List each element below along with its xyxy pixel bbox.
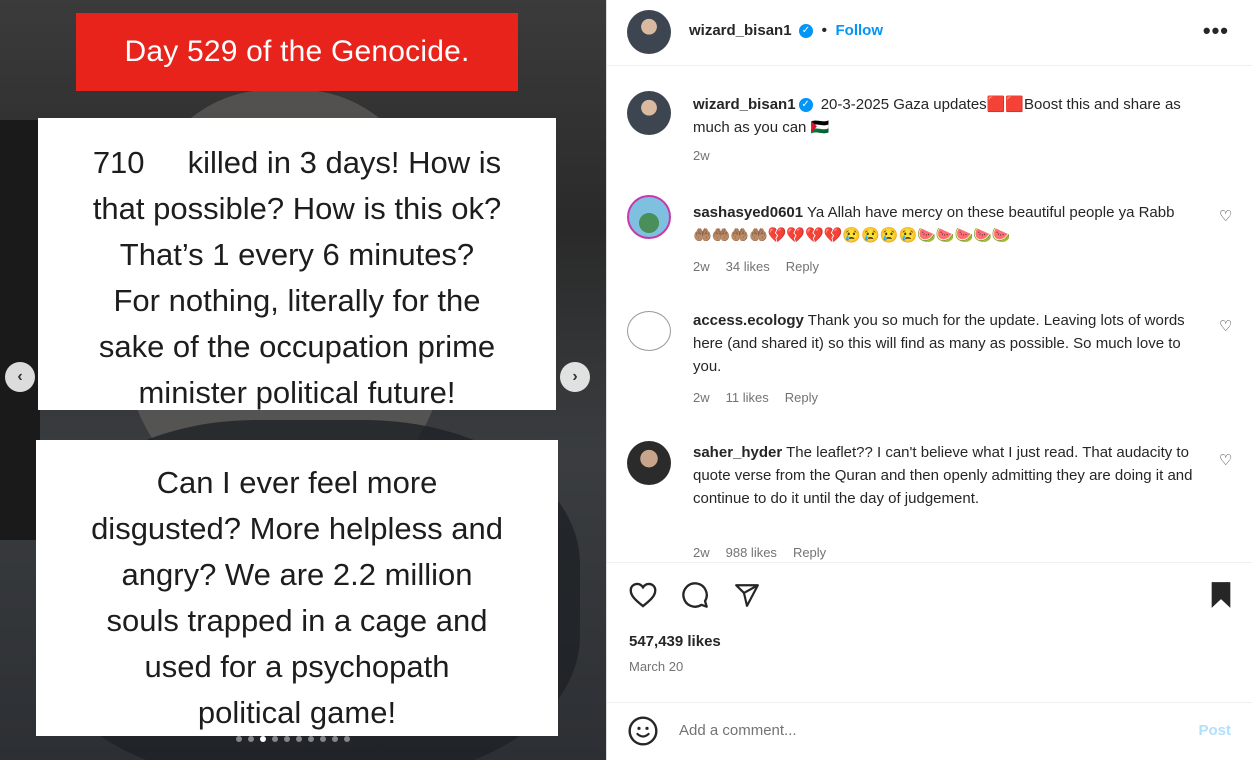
chevron-right-icon: › [572,368,578,385]
media-background [0,120,40,540]
comment-icon [682,582,708,608]
comment-meta: 2w 34 likes Reply [693,259,819,274]
caption-text: wizard_bisan1 ✓ 20-3-2025 Gaza updates🟥🟥B… [693,93,1193,139]
media-banner: Day 529 of the Genocide. [76,13,518,91]
comment-username[interactable]: access.ecology [693,312,804,329]
send-icon [735,584,759,607]
card-line: For nothing, literally for the [113,283,481,318]
comment-likes[interactable]: 988 likes [726,545,777,560]
card-line: souls trapped in a cage and [106,603,488,638]
caption-meta: 2w [693,148,710,163]
card-line: sake of the occupation prime [98,329,496,364]
carousel-dot [284,736,290,742]
carousel-indicator [236,736,350,742]
carousel-dot [236,736,242,742]
avatar[interactable] [627,195,671,239]
reply-button[interactable]: Reply [786,259,819,274]
heart-icon[interactable]: ♡ [1219,317,1232,335]
comment-likes[interactable]: 11 likes [726,390,769,405]
card-line: That’s 1 every 6 minutes? [119,237,475,272]
card-line: disgusted? More helpless and [91,511,503,546]
media-text-card-2: Can I ever feel more disgusted? More hel… [36,440,558,736]
comments-list[interactable]: wizard_bisan1 ✓ 20-3-2025 Gaza updates🟥🟥B… [607,67,1252,561]
comment-text: saher_hyder The leaflet?? I can't believ… [693,441,1193,510]
next-slide-button[interactable]: › [560,362,590,392]
header-username[interactable]: wizard_bisan1 [689,22,792,39]
emoji-icon [628,716,658,746]
post-side-panel: wizard_bisan1 ✓ • Follow ••• wizard_bisa… [606,0,1252,760]
comment-username[interactable]: saher_hyder [693,444,782,461]
media-text-card-1: 710 killed in 3 days! How is that possib… [38,118,556,410]
avatar[interactable] [627,441,671,485]
post-media: Day 529 of the Genocide. 710 killed in 3… [0,0,606,760]
heart-icon [629,582,657,608]
card-line: angry? We are 2.2 million [121,557,473,592]
comment-likes[interactable]: 34 likes [726,259,770,274]
add-comment-bar: Add a comment... Post [607,702,1252,760]
save-button[interactable] [1205,579,1237,611]
avatar[interactable] [627,91,671,135]
carousel-dot [320,736,326,742]
likes-count[interactable]: 547,439 likes [629,633,721,650]
more-horizontal-icon[interactable]: ••• [1203,18,1229,44]
card-line: 710 killed in 3 days! How is [92,145,502,180]
previous-slide-button[interactable]: ‹ [5,362,35,392]
post-date: March 20 [629,659,684,674]
avatar[interactable] [627,10,671,54]
comment-time: 2w [693,545,710,560]
card-line: political game! [197,695,397,730]
share-button[interactable] [731,579,763,611]
comment-meta: 2w 11 likes Reply [693,390,818,405]
heart-icon[interactable]: ♡ [1219,207,1232,225]
emoji-button[interactable] [627,715,659,747]
comment-text: access.ecology Thank you so much for the… [693,309,1193,378]
card-line: used for a psychopath [144,649,450,684]
carousel-dot [296,736,302,742]
caption-username[interactable]: wizard_bisan1 [693,96,796,113]
carousel-dot [260,736,266,742]
card-line: Can I ever feel more [156,465,438,500]
carousel-dot [332,736,338,742]
post-actions: 547,439 likes March 20 [607,562,1252,702]
reply-button[interactable]: Reply [785,390,818,405]
card-line: minister political future! [138,375,456,410]
carousel-dot [272,736,278,742]
carousel-dot [308,736,314,742]
post-header: wizard_bisan1 ✓ • Follow ••• [607,0,1252,66]
follow-button[interactable]: Follow [836,22,884,39]
comment-input[interactable]: Add a comment... [679,722,797,739]
heart-icon[interactable]: ♡ [1219,451,1232,469]
carousel-dot [344,736,350,742]
separator: • [821,22,828,39]
comment-username[interactable]: sashasyed0601 [693,204,803,221]
reply-button[interactable]: Reply [793,545,826,560]
comment-meta: 2w 988 likes Reply [693,545,826,560]
verified-icon: ✓ [798,98,813,113]
comment-button[interactable] [679,579,711,611]
comment-text: sashasyed0601 Ya Allah have mercy on the… [693,201,1193,247]
bookmark-icon [1211,582,1231,608]
comment-time: 2w [693,259,710,274]
caption-time: 2w [693,148,710,163]
verified-icon: ✓ [799,23,813,38]
avatar[interactable] [627,311,671,351]
card-line: that possible? How is this ok? [92,191,502,226]
chevron-left-icon: ‹ [17,368,23,385]
header-user: wizard_bisan1 ✓ • Follow [689,22,883,40]
post-button[interactable]: Post [1198,722,1231,739]
like-button[interactable] [627,579,659,611]
carousel-dot [248,736,254,742]
comment-time: 2w [693,390,710,405]
